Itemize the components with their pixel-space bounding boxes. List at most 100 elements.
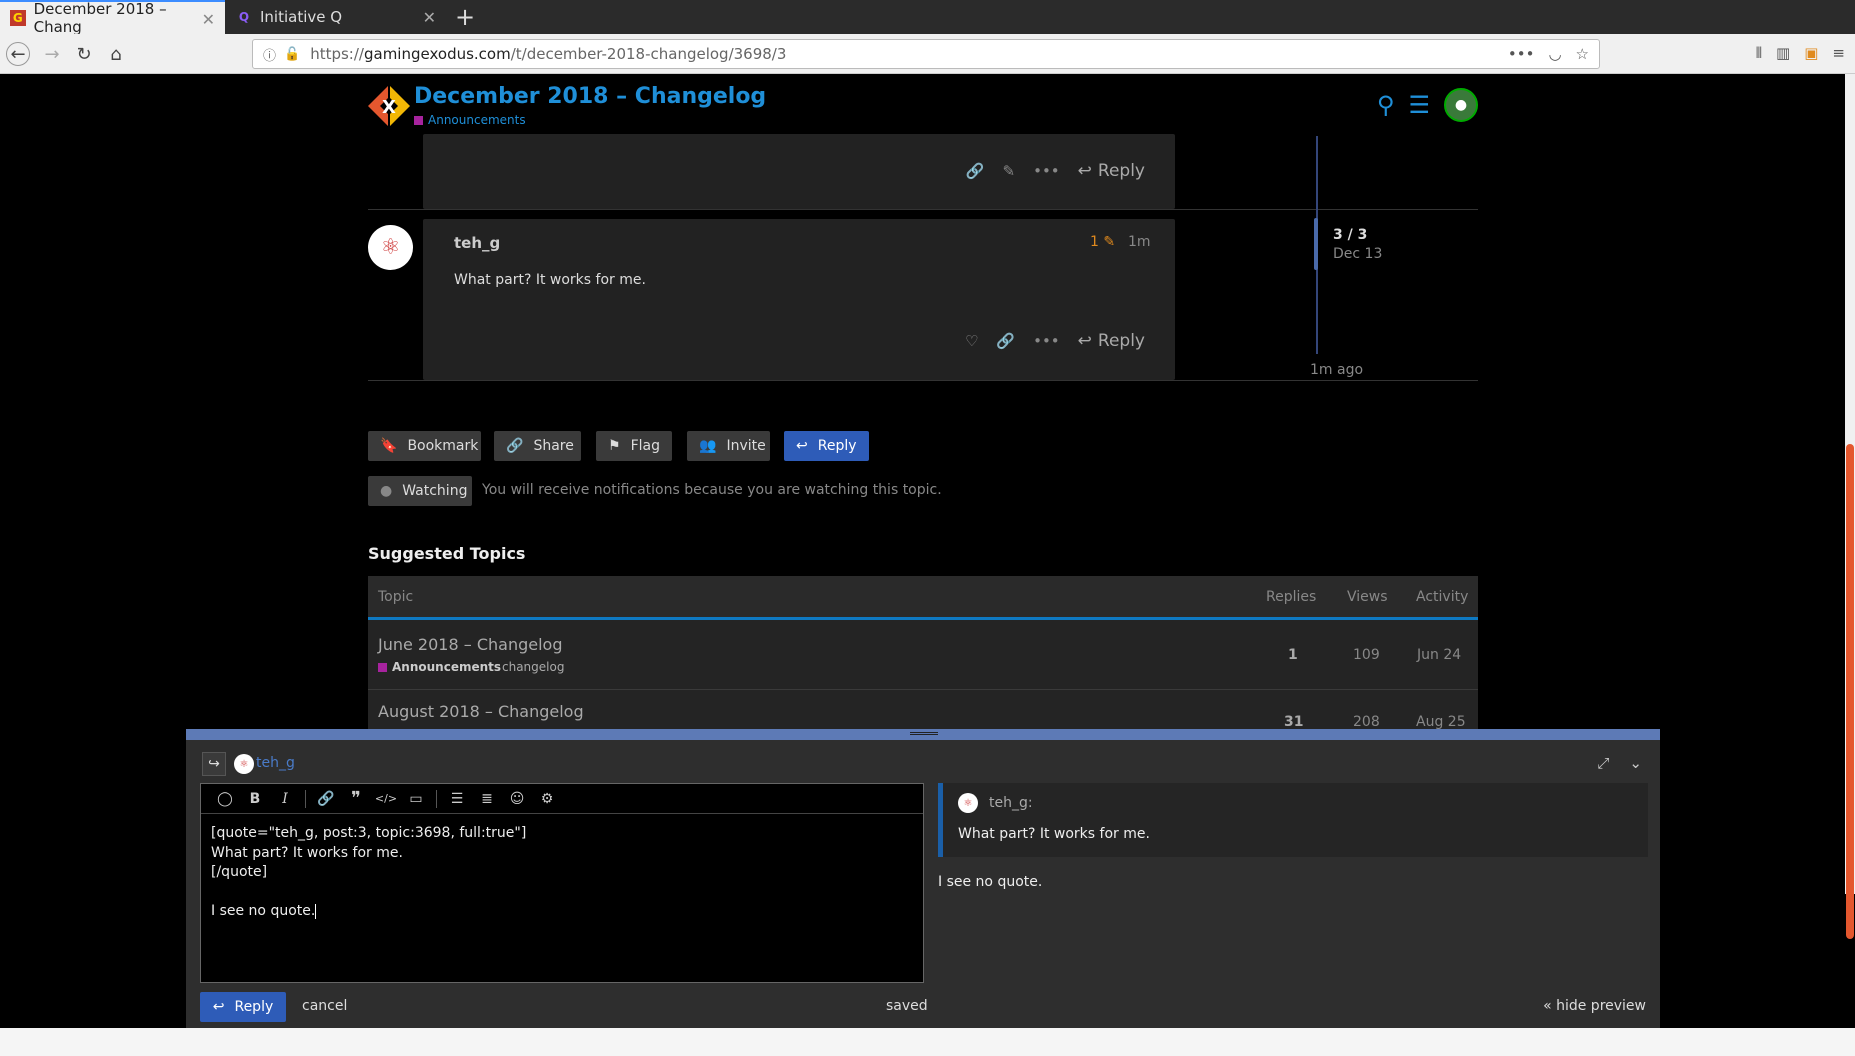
invite-button[interactable]: 👥 Invite (687, 431, 770, 461)
notification-message: You will receive notifications because y… (482, 482, 942, 498)
code-icon[interactable]: </> (372, 786, 400, 812)
category-badge[interactable]: Announcements (378, 660, 501, 674)
expand-icon[interactable]: ⤢ (1597, 754, 1609, 772)
timeline-handle[interactable] (1314, 218, 1318, 270)
search-icon[interactable]: ⚲ (1377, 91, 1395, 119)
reply-to-username[interactable]: teh_g (256, 755, 295, 771)
reply-button[interactable]: ↩ Reply (1078, 161, 1145, 181)
close-tab-icon[interactable]: ✕ (202, 10, 215, 29)
tag[interactable]: changelog (502, 660, 564, 674)
italic-icon[interactable]: I (271, 786, 299, 812)
browser-tab-bar: G December 2018 – Chang ✕ Q Initiative Q… (0, 0, 1855, 36)
link-icon[interactable]: 🔗 (312, 786, 340, 812)
user-avatar[interactable]: ● (1444, 88, 1478, 122)
new-tab-button[interactable]: + (455, 3, 475, 31)
editor-line: I see no quote. (211, 903, 316, 919)
pencil-icon: ✎ (1103, 234, 1116, 250)
scrollbar[interactable] (1845, 74, 1855, 939)
editor-line: [quote="teh_g, post:3, topic:3698, full:… (211, 825, 527, 841)
info-icon[interactable]: ⓘ (263, 45, 276, 64)
composer-resize-grip[interactable] (910, 732, 938, 735)
suggested-topics-table: Topic Replies Views Activity June 2018 –… (368, 576, 1478, 731)
forward-icon[interactable]: → (40, 42, 64, 66)
flag-button[interactable]: ⚑ Flag (596, 431, 672, 461)
suggested-topics-heading: Suggested Topics (368, 544, 526, 563)
composer-editor[interactable]: ◯ B I 🔗 ❞ </> ▭ ☰ ≣ ☺ ⚙ [quote="teh_g, p… (200, 783, 924, 983)
more-options-icon[interactable]: ••• (1033, 332, 1060, 350)
editor-toolbar: ◯ B I 🔗 ❞ </> ▭ ☰ ≣ ☺ ⚙ (201, 784, 923, 814)
browser-nav-bar: ← → ↻ ⌂ ⓘ 🔓 https://gamingexodus.com/t/d… (0, 34, 1855, 74)
notification-level-button[interactable]: ● Watching (368, 476, 472, 506)
activity-date[interactable]: Aug 25 (1416, 714, 1466, 730)
image-upload-icon[interactable]: ▭ (402, 786, 430, 812)
reply-arrow-icon: ↩ (796, 438, 808, 454)
pocket-icon[interactable]: ◡ (1548, 45, 1561, 63)
close-tab-icon[interactable]: ✕ (423, 8, 436, 27)
lock-warning-icon[interactable]: 🔓 (284, 47, 300, 62)
bookmark-star-icon[interactable]: ☆ (1576, 45, 1589, 63)
topic-reply-button[interactable]: ↩ Reply (784, 431, 869, 461)
column-activity[interactable]: Activity (1416, 589, 1468, 605)
link-icon[interactable]: 🔗 (966, 162, 985, 180)
extension-icon[interactable]: ▣ (1804, 44, 1818, 62)
post-author-avatar[interactable]: ⚛ (368, 225, 413, 270)
hamburger-menu-icon[interactable]: ☰ (1408, 91, 1430, 119)
url-text[interactable]: https://gamingexodus.com/t/december-2018… (310, 45, 786, 63)
share-button[interactable]: 🔗 Share (494, 431, 581, 461)
post-age[interactable]: 1m (1128, 234, 1151, 250)
reply-button[interactable]: ↩ Reply (1078, 331, 1145, 351)
post-username[interactable]: teh_g (454, 234, 500, 252)
topic-link[interactable]: June 2018 – Changelog (378, 635, 562, 654)
bookmark-icon: 🔖 (380, 438, 398, 454)
editor-line: What part? It works for me. (211, 844, 403, 861)
topic-link[interactable]: August 2018 – Changelog (378, 702, 584, 721)
column-views[interactable]: Views (1347, 589, 1388, 605)
speech-bubble-icon[interactable]: ◯ (211, 786, 239, 812)
bookmark-button[interactable]: 🔖 Bookmark (368, 431, 481, 461)
menu-icon[interactable]: ≡ (1832, 44, 1845, 62)
quote-username[interactable]: teh_g: (989, 795, 1033, 811)
gear-icon[interactable]: ⚙ (533, 786, 561, 812)
page-actions-icon[interactable]: ••• (1508, 45, 1535, 63)
editor-textarea[interactable]: [quote="teh_g, post:3, topic:3698, full:… (211, 824, 526, 922)
collapse-chevron-icon[interactable]: ⌄ (1629, 754, 1642, 772)
tab-december-changelog[interactable]: G December 2018 – Chang ✕ (0, 0, 225, 36)
edit-pencil-icon[interactable]: ✎ (1003, 162, 1016, 180)
back-icon[interactable]: ← (6, 42, 30, 66)
bullet-list-icon[interactable]: ☰ (443, 786, 471, 812)
edit-history-badge[interactable]: 1 ✎ (1090, 234, 1115, 250)
activity-date[interactable]: Jun 24 (1417, 647, 1461, 663)
bold-icon[interactable]: B (241, 786, 269, 812)
site-logo[interactable]: X (368, 86, 410, 126)
tab-title: Initiative Q (260, 8, 343, 26)
tab-initiative-q[interactable]: Q Initiative Q ✕ (226, 0, 446, 34)
like-heart-icon[interactable]: ♡ (965, 332, 978, 350)
more-options-icon[interactable]: ••• (1033, 162, 1060, 180)
tab-title: December 2018 – Chang (33, 0, 167, 36)
composer-preview: ⚛ teh_g: What part? It works for me. I s… (938, 783, 1648, 983)
library-icon[interactable]: ⫴ (1756, 44, 1762, 62)
url-bar[interactable]: ⓘ 🔓 https://gamingexodus.com/t/december-… (252, 39, 1600, 69)
toolbar-divider (305, 789, 306, 808)
page-title[interactable]: December 2018 – Changelog (414, 84, 766, 109)
cancel-link[interactable]: cancel (302, 998, 347, 1014)
timeline-last-activity[interactable]: 1m ago (1310, 362, 1363, 378)
column-replies[interactable]: Replies (1266, 589, 1316, 605)
replies-count: 1 (1288, 647, 1298, 663)
category-badge[interactable]: Announcements (414, 113, 526, 127)
post-body: What part? It works for me. (454, 272, 646, 288)
views-count: 109 (1353, 647, 1380, 663)
emoji-icon[interactable]: ☺ (503, 786, 531, 812)
link-icon[interactable]: 🔗 (996, 332, 1015, 350)
numbered-list-icon[interactable]: ≣ (473, 786, 501, 812)
home-icon[interactable]: ⌂ (104, 42, 128, 66)
quote-avatar: ⚛ (958, 793, 978, 813)
site-header: X December 2018 – Changelog Announcement… (368, 84, 1478, 134)
blockquote-icon[interactable]: ❞ (342, 786, 370, 812)
scrollbar-thumb[interactable] (1846, 444, 1854, 939)
reload-icon[interactable]: ↻ (72, 42, 96, 66)
sidebar-icon[interactable]: ▥ (1776, 44, 1790, 62)
composer-action-icon[interactable]: ↪ (202, 752, 226, 776)
composer-reply-button[interactable]: ↩ Reply (200, 992, 286, 1022)
hide-preview-link[interactable]: « hide preview (1543, 998, 1646, 1014)
